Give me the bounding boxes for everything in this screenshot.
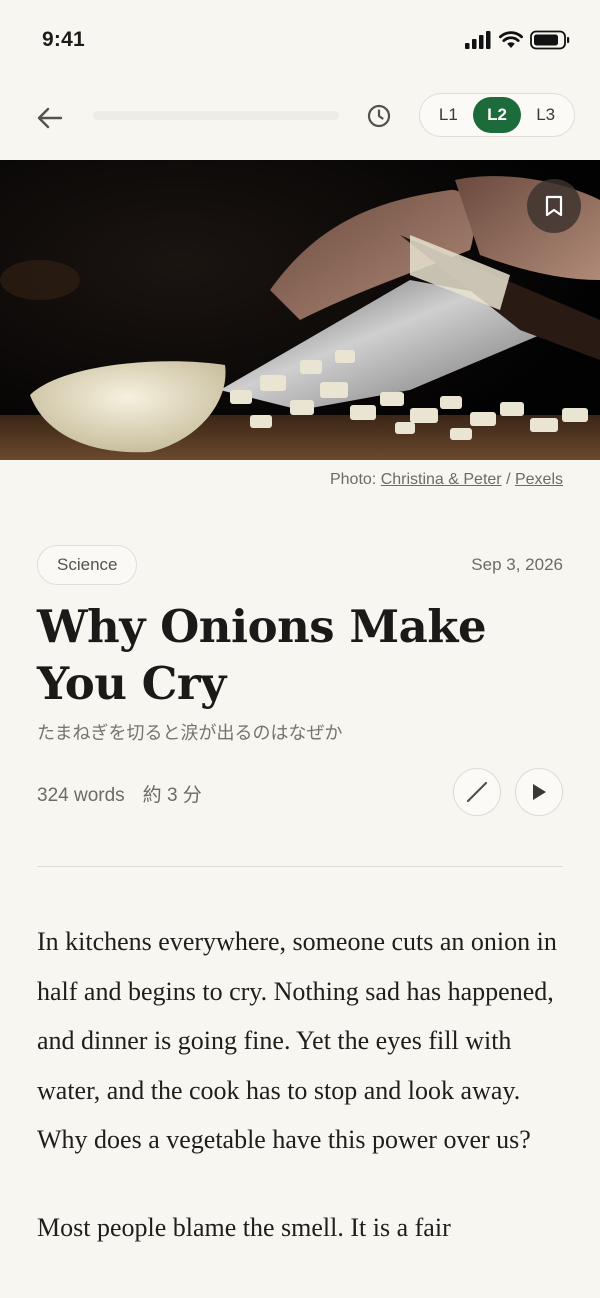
level-switch: L1 L2 L3 (419, 93, 575, 137)
publish-date: Sep 3, 2026 (471, 555, 563, 574)
history-button[interactable] (359, 96, 399, 136)
level-l1-button[interactable]: L1 (424, 97, 473, 133)
pen-icon (466, 781, 488, 803)
back-button[interactable] (30, 98, 70, 138)
reading-progress-bar (93, 111, 339, 120)
caption-separator: / (501, 471, 515, 488)
word-count: 324 words (37, 785, 125, 806)
bookmark-button[interactable] (527, 179, 581, 233)
top-nav: L1 L2 L3 (0, 80, 600, 160)
photo-caption: Photo: Christina & Peter / Pexels (330, 471, 563, 489)
play-audio-button[interactable] (515, 768, 563, 816)
bookmark-icon (545, 195, 563, 217)
read-time: 約 3 分 (142, 785, 202, 806)
article-body: In kitchens everywhere, someone cuts an … (37, 917, 567, 1290)
signal-icon (465, 31, 491, 49)
photo-source-link[interactable]: Pexels (515, 471, 563, 488)
divider (37, 866, 563, 867)
arrow-left-icon (37, 107, 63, 129)
article-meta-row: Science Sep 3, 2026 (37, 545, 563, 585)
photo-author-link[interactable]: Christina & Peter (381, 471, 502, 488)
level-l3-button[interactable]: L3 (521, 97, 570, 133)
play-icon (533, 784, 546, 800)
category-tag[interactable]: Science (37, 545, 138, 585)
paragraph: Most people blame the smell. It is a fai… (37, 1212, 451, 1242)
caption-prefix: Photo: (329, 471, 381, 488)
hero-image (0, 160, 600, 460)
wifi-icon (499, 31, 523, 48)
onion-photo (0, 160, 600, 460)
article-subtitle: たまねぎを切ると涙が出るのはなぜか (37, 723, 343, 744)
article-title: Why Onions Make You Cry (37, 600, 487, 710)
highlight-button[interactable] (453, 768, 501, 816)
level-l2-button[interactable]: L2 (472, 97, 522, 133)
status-icons (465, 30, 570, 50)
paragraph: In kitchens everywhere, someone cuts an … (37, 927, 557, 1154)
clock-icon (367, 104, 391, 128)
article-stats: 324 words 約 3 分 (37, 780, 202, 807)
battery-icon (530, 30, 570, 50)
status-bar: 9:41 (0, 0, 600, 80)
status-time: 9:41 (42, 28, 85, 51)
